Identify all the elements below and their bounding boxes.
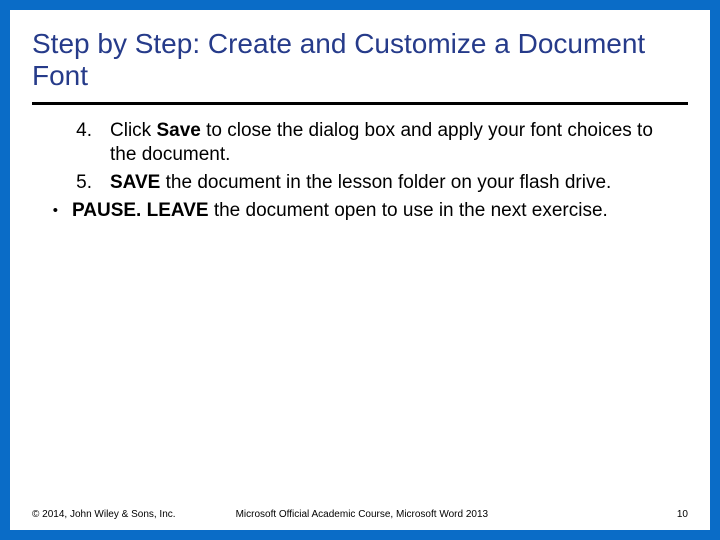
step-text: Click Save to close the dialog box and a… [110, 119, 688, 167]
step-number: 5. [32, 171, 110, 195]
step-row: 5. SAVE the document in the lesson folde… [32, 171, 688, 195]
slide: Step by Step: Create and Customize a Doc… [0, 0, 720, 540]
bullet-mark: • [32, 199, 72, 223]
title-rule [32, 102, 688, 105]
bold-run: SAVE [110, 172, 160, 193]
step-text: SAVE the document in the lesson folder o… [110, 171, 688, 195]
slide-footer: © 2014, John Wiley & Sons, Inc. Microsof… [32, 509, 688, 520]
bullet-text: PAUSE. LEAVE the document open to use in… [72, 199, 688, 223]
text-run: the document in the lesson folder on you… [160, 172, 611, 193]
slide-title: Step by Step: Create and Customize a Doc… [32, 28, 688, 92]
footer-page-number: 10 [677, 509, 688, 520]
step-number: 4. [32, 119, 110, 167]
footer-course: Microsoft Official Academic Course, Micr… [236, 509, 677, 520]
bold-run: Save [156, 120, 200, 141]
step-row: 4. Click Save to close the dialog box an… [32, 119, 688, 167]
bullet-row: • PAUSE. LEAVE the document open to use … [32, 199, 688, 223]
text-run: the document open to use in the next exe… [209, 200, 608, 221]
footer-copyright: © 2014, John Wiley & Sons, Inc. [32, 509, 176, 520]
slide-body: 4. Click Save to close the dialog box an… [32, 119, 688, 222]
bold-run: PAUSE. LEAVE [72, 200, 209, 221]
text-run: Click [110, 120, 156, 141]
